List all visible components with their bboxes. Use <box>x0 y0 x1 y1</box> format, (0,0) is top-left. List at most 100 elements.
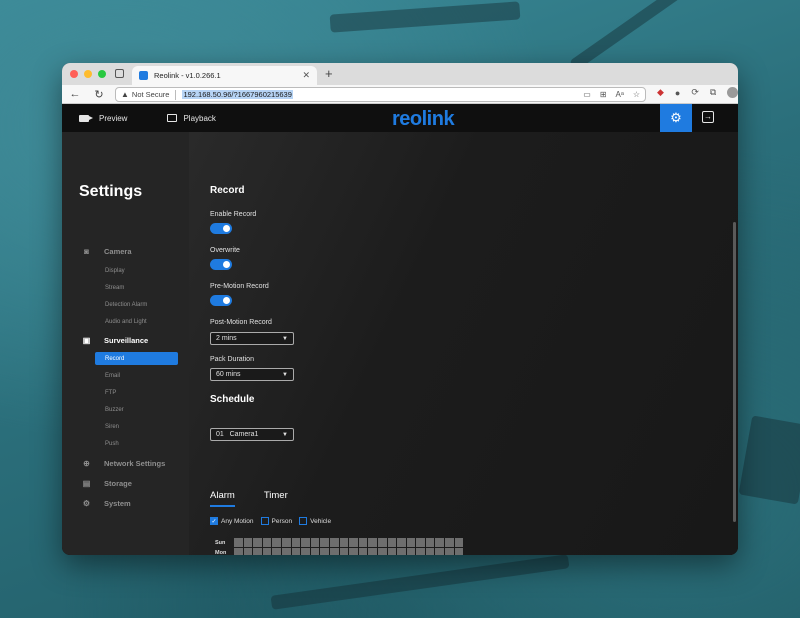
sidebar-section-storage[interactable]: ▤ Storage <box>82 479 132 488</box>
cast-icon[interactable]: ▭ <box>583 90 591 99</box>
schedule-hour-cell[interactable] <box>301 548 310 555</box>
sidebar-section-network[interactable]: ⊕ Network Settings <box>82 459 165 468</box>
schedule-hour-cell[interactable] <box>416 548 425 555</box>
schedule-hour-cell[interactable] <box>349 548 358 555</box>
tab-timer[interactable]: Timer <box>264 490 288 507</box>
schedule-hour-cell[interactable] <box>406 538 416 547</box>
sidebar-item-audio-light[interactable]: Audio and Light <box>105 319 147 325</box>
schedule-hour-cell[interactable] <box>358 548 368 555</box>
sidebar-item-email[interactable]: Email <box>105 373 120 379</box>
schedule-hour-cell[interactable] <box>272 538 281 547</box>
schedule-hour-cell[interactable] <box>368 538 377 547</box>
schedule-camera-select[interactable]: 01 Camera1 ▼ <box>210 428 294 441</box>
schedule-hour-cell[interactable] <box>243 538 253 547</box>
zoom-window-button[interactable] <box>98 70 106 78</box>
schedule-hour-cell[interactable] <box>425 548 435 555</box>
schedule-hour-cell[interactable] <box>272 548 281 555</box>
vehicle-checkbox[interactable]: Vehicle <box>299 517 331 525</box>
sidebar-item-push[interactable]: Push <box>105 441 119 447</box>
schedule-hour-cell[interactable] <box>397 548 406 555</box>
schedule-hour-cell[interactable] <box>349 538 358 547</box>
sidebar-section-system[interactable]: ⚙ System <box>82 499 131 508</box>
pack-duration-select[interactable]: 60 mins ▼ <box>210 368 294 381</box>
schedule-hour-cell[interactable] <box>377 538 387 547</box>
pre-motion-record-toggle[interactable] <box>210 295 232 306</box>
logout-button[interactable]: → <box>702 111 714 123</box>
preview-nav-button[interactable]: Preview <box>79 114 127 123</box>
schedule-hour-cell[interactable] <box>435 538 445 547</box>
schedule-hour-cell[interactable] <box>329 548 339 555</box>
schedule-hour-cell[interactable] <box>339 538 349 547</box>
content-scrollbar[interactable] <box>733 222 736 522</box>
profile-avatar[interactable] <box>727 87 738 98</box>
apps-icon[interactable]: ⊞ <box>600 90 607 99</box>
sync-icon[interactable]: ⟳ <box>691 87 699 98</box>
sidebar-item-buzzer[interactable]: Buzzer <box>105 407 124 413</box>
tab-alarm[interactable]: Alarm <box>210 490 235 507</box>
schedule-hour-cell[interactable] <box>320 548 329 555</box>
schedule-hour-cell[interactable] <box>301 538 310 547</box>
close-window-button[interactable] <box>70 70 78 78</box>
back-arrow-icon[interactable]: ← <box>66 88 84 100</box>
schedule-hour-cell[interactable] <box>377 548 387 555</box>
reload-icon[interactable]: ↻ <box>90 88 108 101</box>
schedule-hour-cell[interactable] <box>454 548 464 555</box>
schedule-hour-cell[interactable] <box>397 538 406 547</box>
schedule-hour-cell[interactable] <box>435 548 445 555</box>
schedule-hour-cell[interactable] <box>454 538 464 547</box>
schedule-hour-cell[interactable] <box>445 548 454 555</box>
shield-extension-icon[interactable]: ◆ <box>657 87 664 98</box>
schedule-hour-cell[interactable] <box>387 548 397 555</box>
schedule-hour-cell[interactable] <box>253 548 262 555</box>
schedule-hour-cell[interactable] <box>329 538 339 547</box>
schedule-hour-cell[interactable] <box>310 548 320 555</box>
schedule-hour-cell[interactable] <box>262 548 272 555</box>
read-aloud-icon[interactable]: Aᵃ <box>616 90 624 99</box>
new-tab-icon[interactable]: + <box>325 66 333 81</box>
enable-record-toggle[interactable] <box>210 223 232 234</box>
schedule-hour-cell[interactable] <box>425 538 435 547</box>
schedule-hour-cell[interactable] <box>234 548 243 555</box>
extension-icon[interactable]: ● <box>675 88 680 98</box>
any-motion-checkbox[interactable]: ✓ Any Motion <box>210 517 254 525</box>
sidebar-item-display[interactable]: Display <box>105 268 125 274</box>
schedule-hour-cell[interactable] <box>339 548 349 555</box>
schedule-hour-cell[interactable] <box>253 538 262 547</box>
address-bar[interactable]: ▲ Not Secure 192.168.50.96/?166796021563… <box>115 87 646 102</box>
schedule-hour-cell[interactable] <box>281 538 291 547</box>
minimize-window-button[interactable] <box>84 70 92 78</box>
favorite-icon[interactable]: ☆ <box>633 90 640 99</box>
sidebar-item-record[interactable]: Record <box>95 352 178 365</box>
schedule-hour-cell[interactable] <box>262 538 272 547</box>
url-text[interactable]: 192.168.50.96/?1667960215639 <box>182 90 293 99</box>
post-motion-record-select[interactable]: 2 mins ▼ <box>210 332 294 345</box>
sidebar-item-stream[interactable]: Stream <box>105 285 124 291</box>
sidebar-section-camera[interactable]: ◙ Camera <box>82 247 131 256</box>
sidebar-toggle-icon[interactable] <box>115 69 124 78</box>
schedule-hour-cell[interactable] <box>291 548 301 555</box>
settings-gear-button[interactable]: ⚙ <box>660 104 692 132</box>
sidebar-item-detection-alarm[interactable]: Detection Alarm <box>105 302 147 308</box>
sidebar-item-siren[interactable]: Siren <box>105 424 119 430</box>
schedule-hour-cell[interactable] <box>243 548 253 555</box>
schedule-hour-cell[interactable] <box>368 548 377 555</box>
schedule-hour-cell[interactable] <box>291 538 301 547</box>
schedule-hour-cell[interactable] <box>406 548 416 555</box>
schedule-hour-cell[interactable] <box>358 538 368 547</box>
schedule-hour-cell[interactable] <box>310 538 320 547</box>
playback-nav-button[interactable]: Playback <box>167 114 216 123</box>
schedule-hour-cell[interactable] <box>234 538 243 547</box>
schedule-hour-cell[interactable] <box>445 538 454 547</box>
schedule-hour-cell[interactable] <box>281 548 291 555</box>
sidebar-item-ftp[interactable]: FTP <box>105 390 116 396</box>
close-tab-icon[interactable]: ✕ <box>302 70 310 81</box>
browser-tab[interactable]: Reolink - v1.0.266.1 ✕ <box>132 66 317 85</box>
sidebar-section-surveillance[interactable]: ▣ Surveillance <box>82 336 148 345</box>
schedule-hour-cell[interactable] <box>320 538 329 547</box>
schedule-hour-cell[interactable] <box>416 538 425 547</box>
collections-icon[interactable]: ⧉ <box>710 87 716 98</box>
person-checkbox[interactable]: Person <box>260 517 292 525</box>
overwrite-toggle[interactable] <box>210 259 232 270</box>
schedule-hour-cell[interactable] <box>387 538 397 547</box>
not-secure-label[interactable]: Not Secure <box>132 90 170 99</box>
